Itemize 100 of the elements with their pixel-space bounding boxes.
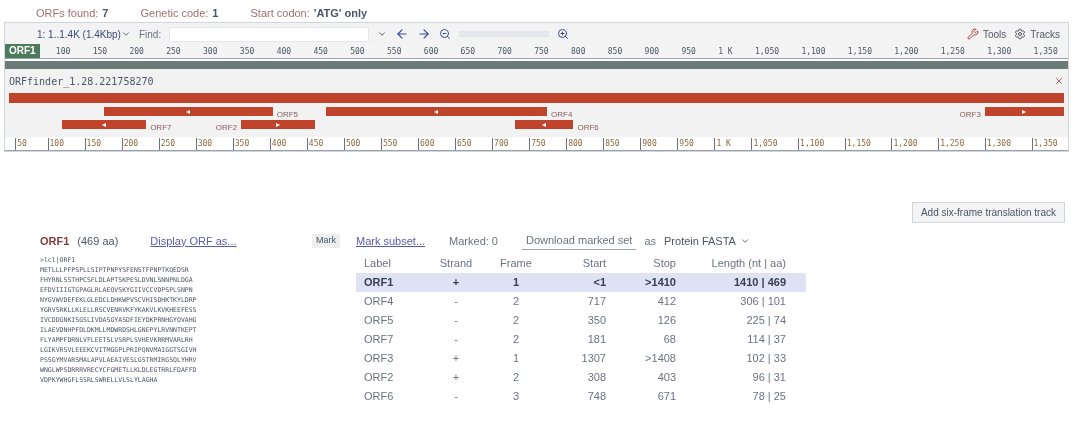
ruler-tick-label: 700 (496, 46, 512, 58)
table-cell-text: 350 (586, 313, 606, 329)
table-cell-text: + (451, 370, 461, 386)
feature-label: ORF6 (576, 122, 600, 132)
table-row[interactable]: ORF7 - 2 181 68 114 | 37 (356, 330, 806, 349)
ruler-tick-label: 1,100 (800, 46, 826, 58)
orf-feature-bar[interactable]: ◂ (325, 107, 548, 116)
orf-feature-bar[interactable]: ◂ (103, 107, 273, 116)
forward-arrow-icon[interactable] (417, 27, 432, 41)
ruler-tick-label: 1,050 (751, 138, 778, 150)
orf-feature-bar[interactable]: ▸ (241, 120, 315, 129)
table-cell-text: 68 (662, 332, 676, 348)
table-cell-text: 114 | 37 (746, 332, 786, 348)
tools-button[interactable]: Tools (967, 26, 1007, 42)
format-dropdown[interactable]: Protein FASTA (664, 232, 750, 250)
column-header[interactable]: Label (356, 254, 426, 272)
orf-feature-bar[interactable]: ◂ (515, 120, 574, 129)
table-row[interactable]: ORF6 - 3 748 671 78 | 25 (356, 387, 806, 406)
ruler-tick-label: 550 (380, 138, 398, 150)
download-button[interactable]: Download marked set (522, 232, 637, 250)
orf-feature-bar[interactable]: ◂ (61, 120, 147, 129)
ruler-tick-label: 900 (643, 46, 660, 58)
column-header[interactable]: Stop (606, 254, 676, 272)
ruler-tick-label: 450 (312, 46, 328, 58)
ruler-tick-label: 1,200 (891, 138, 918, 150)
ruler-tick-label: 650 (455, 138, 472, 150)
ruler-tick-label: 400 (269, 138, 287, 150)
find-label: Find: (138, 27, 162, 42)
table-row[interactable]: ORF1 + 1 <1 >1410 1410 | 469 (356, 273, 806, 292)
table-cell-text: 126 (656, 313, 676, 329)
mark-subset-link[interactable]: Mark subset... (356, 232, 426, 250)
ruler-tick-label: 250 (158, 138, 176, 150)
table-row[interactable]: ORF5 - 2 350 126 225 | 74 (356, 311, 806, 330)
table-cell-text: 2 (511, 313, 521, 329)
column-header[interactable]: Strand (426, 254, 486, 272)
column-header[interactable]: Frame (486, 254, 546, 272)
display-orf-link[interactable]: Display ORF as... (150, 232, 237, 250)
ruler-tick-label: 900 (640, 138, 657, 150)
column-header[interactable]: Start (546, 254, 606, 272)
ruler-tick-label: 100 (54, 46, 71, 58)
ruler-tick-label: 200 (121, 138, 139, 150)
ruler-tick-label: 1,300 (986, 46, 1012, 58)
back-arrow-icon[interactable] (395, 27, 410, 41)
feature-label: ORF4 (550, 109, 574, 119)
column-header[interactable]: Length (nt | aa) (676, 254, 786, 272)
table-cell-text: 96 | 31 (751, 370, 786, 386)
ruler-tick-label: 1,100 (798, 138, 825, 150)
table-cell-text: 2 (511, 294, 521, 310)
ruler-tick-label: 800 (570, 46, 586, 58)
table-cell-text: <1 (592, 275, 606, 291)
caret-icon (120, 29, 131, 39)
ruler-tick-label: 600 (422, 46, 439, 58)
table-cell-text: 1410 | 469 (733, 275, 786, 291)
table-row[interactable]: ORF4 - 2 717 412 306 | 101 (356, 292, 806, 311)
table-cell-text: + (451, 275, 461, 291)
table-cell-text: 102 | 33 (745, 351, 786, 367)
ruler-tick-label: 150 (84, 138, 102, 150)
ruler-tick-label: 950 (677, 138, 694, 150)
ruler-tick-label: 1,200 (893, 46, 919, 58)
ruler-tick-label: 650 (459, 46, 476, 58)
mark-button[interactable]: Mark (312, 234, 340, 248)
close-icon[interactable] (1054, 76, 1064, 86)
table-cell-text: 1 (511, 351, 521, 367)
strand-arrow: ▸ (1022, 107, 1027, 116)
table-row[interactable]: ORF3 + 1 1307 >1408 102 | 33 (356, 349, 806, 368)
feature-label: ORF3 (958, 109, 982, 119)
wrench-icon (967, 28, 979, 40)
table-cell-text: ORF1 (363, 275, 395, 291)
orf-feature-bar[interactable]: ▸ (984, 107, 1064, 116)
table-cell-text: 3 (511, 389, 521, 405)
table-cell-text: >1410 (644, 275, 676, 291)
ruler-tick-label: 800 (566, 138, 583, 150)
ruler-tick-label: 50 (15, 138, 27, 150)
ruler-tick-label: 750 (529, 138, 546, 150)
add-track-button[interactable]: Add six-frame translation track (911, 202, 1065, 223)
zoom-out-icon[interactable] (439, 28, 452, 40)
ruler-tick-label: 100 (47, 138, 64, 150)
strand-arrow: ◂ (101, 120, 106, 129)
table-cell-text: 181 (586, 332, 606, 348)
table-cell-text: ORF4 (363, 294, 395, 310)
range-dropdown[interactable]: 1: 1..1.4K (1.4Kbp) (13, 26, 131, 42)
summary-value: 'ATG' only (313, 5, 368, 21)
caret-icon[interactable] (377, 29, 388, 39)
summary-value: 1 (212, 5, 219, 21)
tracks-button[interactable]: Tracks (1014, 26, 1060, 42)
table-cell-text: 1307 (580, 351, 606, 367)
ruler-tick-label: 1,350 (1031, 138, 1058, 150)
table-cell-text: 2 (511, 332, 521, 348)
zoom-in-icon[interactable] (557, 28, 570, 40)
ruler-tick-label: 500 (343, 138, 361, 150)
ruler-tick-label: 350 (238, 46, 255, 58)
as-label: as (644, 233, 656, 249)
table-row[interactable]: ORF2 + 2 308 403 96 | 31 (356, 368, 806, 387)
ruler-tick-label: 1,050 (754, 46, 780, 58)
ruler-tick-label: 700 (492, 138, 509, 150)
strand-arrow: ◂ (542, 120, 547, 129)
strand-arrow: ▸ (276, 120, 280, 129)
table-cell-text: ORF2 (363, 370, 395, 386)
find-field[interactable] (169, 26, 370, 42)
strand-arrow: ◂ (434, 107, 439, 116)
